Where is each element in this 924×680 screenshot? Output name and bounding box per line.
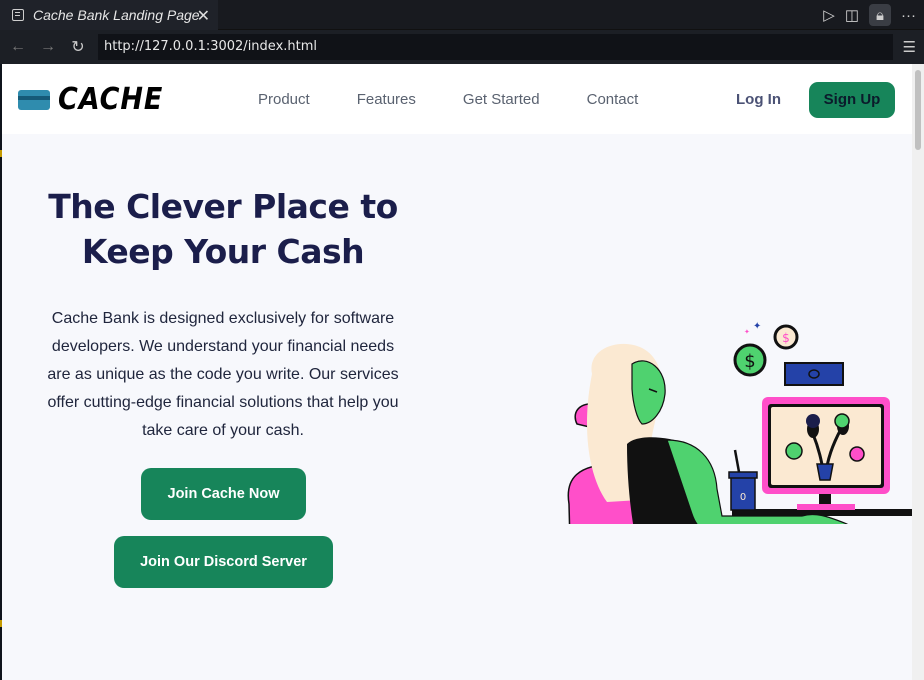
browser-nav-bar: ← → ↻ http://127.0.0.1:3002/index.html ☰ bbox=[0, 30, 924, 64]
menu-icon[interactable]: ☰ bbox=[903, 38, 916, 56]
logo[interactable]: CACHE bbox=[18, 82, 175, 117]
more-icon[interactable]: ··· bbox=[901, 7, 916, 24]
svg-text:$: $ bbox=[744, 351, 755, 372]
page-viewport: CACHE Product Features Get Started Conta… bbox=[2, 64, 912, 680]
lock-icon[interactable]: 🔒︎ bbox=[869, 4, 891, 26]
address-bar[interactable]: http://127.0.0.1:3002/index.html bbox=[98, 34, 893, 60]
reload-icon[interactable]: ↻ bbox=[63, 37, 93, 57]
join-cache-button[interactable]: Join Cache Now bbox=[141, 468, 306, 520]
nav-get-started[interactable]: Get Started bbox=[463, 91, 540, 108]
monitor-illustration bbox=[762, 397, 890, 510]
join-discord-button[interactable]: Join Our Discord Server bbox=[114, 536, 333, 588]
browser-tab-bar: Cache Bank Landing Page ✕ ▷ ◫ 🔒︎ ··· bbox=[0, 0, 924, 30]
logo-text: CACHE bbox=[58, 82, 164, 117]
svg-text:$: $ bbox=[782, 331, 790, 345]
tab-title: Cache Bank Landing Page bbox=[33, 7, 200, 23]
forward-icon[interactable]: → bbox=[33, 38, 63, 56]
svg-text:0: 0 bbox=[740, 492, 746, 503]
close-icon[interactable]: ✕ bbox=[197, 6, 210, 26]
svg-text:✦: ✦ bbox=[753, 321, 761, 332]
login-link[interactable]: Log In bbox=[736, 91, 781, 108]
site-header: CACHE Product Features Get Started Conta… bbox=[2, 64, 912, 134]
scrollbar-thumb[interactable] bbox=[915, 70, 921, 150]
page-icon bbox=[12, 9, 24, 21]
credit-card-icon bbox=[18, 89, 50, 110]
floating-coins-illustration: $ $ ✦ ✦ bbox=[733, 321, 844, 386]
nav-features[interactable]: Features bbox=[357, 91, 416, 108]
hero-title: The Clever Place to Keep Your Cash bbox=[48, 187, 398, 271]
split-icon[interactable]: ◫ bbox=[845, 6, 859, 24]
cup-illustration: 0 bbox=[728, 449, 758, 511]
signup-button[interactable]: Sign Up bbox=[809, 82, 895, 118]
nav-product[interactable]: Product bbox=[258, 91, 310, 108]
hero-illustration: $ $ ✦ ✦ 0 bbox=[567, 321, 912, 524]
window-actions: ▷ ◫ 🔒︎ ··· bbox=[823, 4, 916, 26]
back-icon[interactable]: ← bbox=[3, 38, 33, 56]
hero-description: Cache Bank is designed exclusively for s… bbox=[47, 310, 399, 439]
nav-contact[interactable]: Contact bbox=[587, 91, 639, 108]
play-icon[interactable]: ▷ bbox=[823, 6, 835, 24]
page-scrollbar[interactable] bbox=[912, 64, 924, 680]
svg-text:✦: ✦ bbox=[744, 328, 750, 336]
main-nav: Product Features Get Started Contact bbox=[258, 91, 685, 108]
browser-tab[interactable]: Cache Bank Landing Page ✕ bbox=[0, 0, 218, 30]
